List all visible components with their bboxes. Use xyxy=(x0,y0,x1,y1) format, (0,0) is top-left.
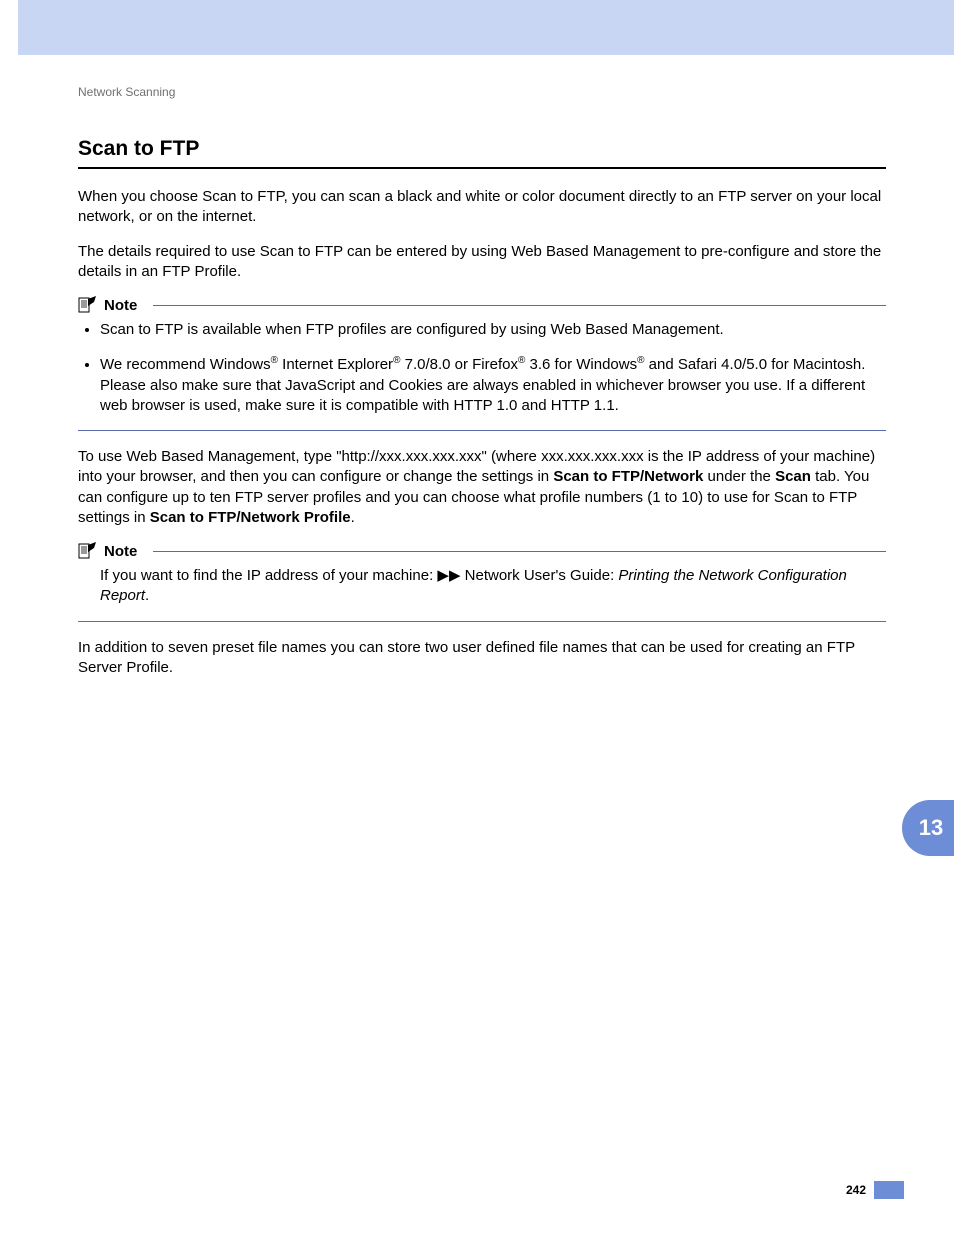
bold-text: Scan to FTP/Network Profile xyxy=(150,509,351,526)
bold-text: Scan xyxy=(775,468,811,485)
note-icon xyxy=(78,542,98,560)
intro-paragraph-2: The details required to use Scan to FTP … xyxy=(78,242,886,283)
top-bar xyxy=(18,0,954,55)
note-text: If you want to find the IP address of yo… xyxy=(100,566,886,607)
note-body: Scan to FTP is available when FTP profil… xyxy=(78,320,886,431)
note-header: Note xyxy=(78,296,886,314)
note-label: Note xyxy=(104,297,147,314)
note-rule xyxy=(153,305,886,306)
mid-paragraph: To use Web Based Management, type "http:… xyxy=(78,447,886,528)
page-bar xyxy=(874,1181,904,1199)
note-bullet-1: Scan to FTP is available when FTP profil… xyxy=(100,320,886,340)
text-span: 7.0/8.0 or Firefox xyxy=(400,356,518,373)
chapter-tab: 13 xyxy=(902,800,954,856)
section-title: Scan to FTP xyxy=(78,137,886,161)
xref-arrows-icon: ▶▶ xyxy=(437,566,460,586)
text-span: under the xyxy=(703,468,775,485)
note-body: If you want to find the IP address of yo… xyxy=(78,566,886,622)
text-span: If you want to find the IP address of yo… xyxy=(100,567,437,584)
reg-mark: ® xyxy=(271,355,278,366)
text-span: Network User's Guide: xyxy=(461,567,619,584)
text-span: We recommend Windows xyxy=(100,356,271,373)
note-block-2: Note If you want to find the IP address … xyxy=(78,542,886,622)
breadcrumb: Network Scanning xyxy=(78,85,886,99)
note-bullet-2: We recommend Windows® Internet Explorer®… xyxy=(100,354,886,416)
text-span: Internet Explorer xyxy=(278,356,393,373)
note-block-1: Note Scan to FTP is available when FTP p… xyxy=(78,296,886,431)
note-icon xyxy=(78,296,98,314)
note-header: Note xyxy=(78,542,886,560)
text-span: 3.6 for Windows xyxy=(525,356,637,373)
note-label: Note xyxy=(104,543,147,560)
intro-paragraph-1: When you choose Scan to FTP, you can sca… xyxy=(78,187,886,228)
text-span: . xyxy=(351,509,355,526)
bold-text: Scan to FTP/Network xyxy=(553,468,703,485)
closing-paragraph: In addition to seven preset file names y… xyxy=(78,638,886,679)
page-footer: 242 xyxy=(846,1181,904,1199)
title-rule xyxy=(78,167,886,169)
note-rule xyxy=(153,551,886,552)
page-number: 242 xyxy=(846,1183,866,1197)
page-content: Network Scanning Scan to FTP When you ch… xyxy=(0,55,954,678)
text-span: . xyxy=(145,587,149,604)
